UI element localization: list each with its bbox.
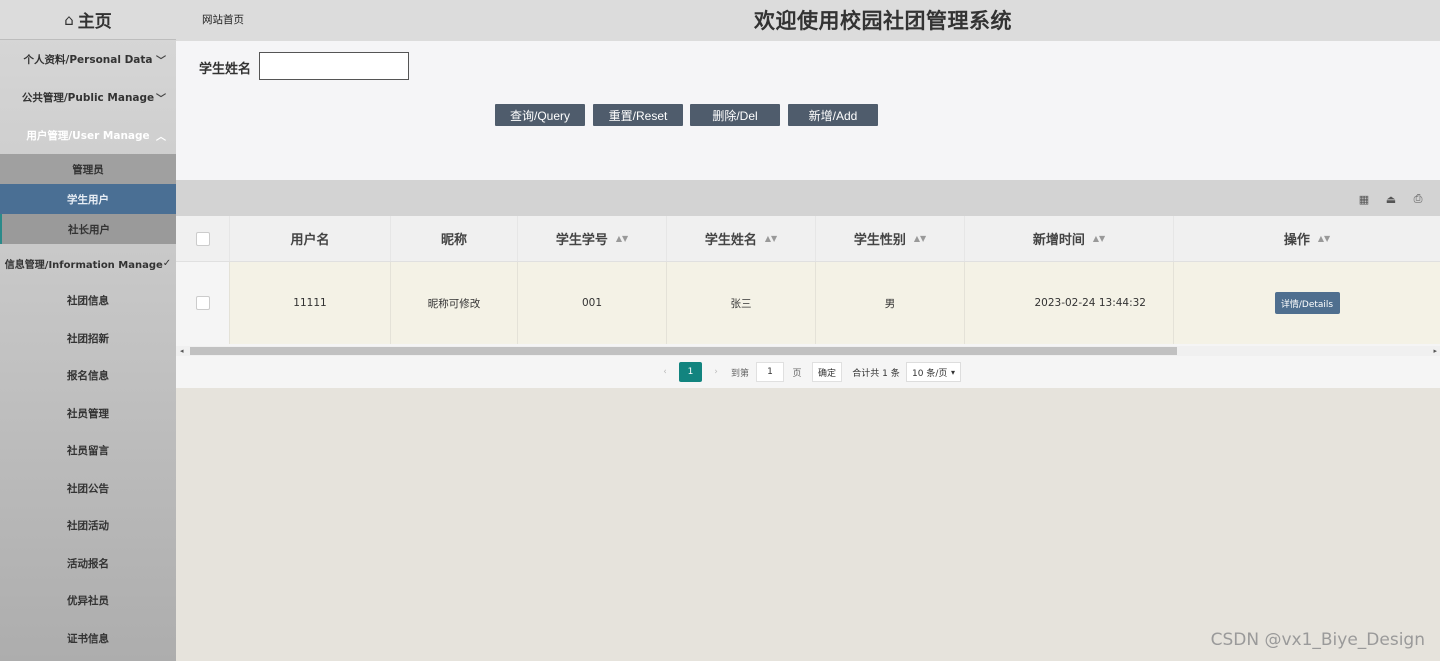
sort-icon[interactable]: ▲▼ (1093, 234, 1105, 242)
table-toolbar: ▦ ⏏ ⎙ (176, 180, 1440, 216)
cell-actions: 详情/Details (1174, 262, 1440, 344)
details-button[interactable]: 详情/Details (1274, 292, 1340, 314)
row-select-cell (176, 262, 230, 344)
table-row: 11111 昵称可修改 001 张三 男 2023-02-24 13:44:32… (176, 262, 1440, 344)
select-all-checkbox[interactable] (195, 231, 210, 246)
page-size-select[interactable]: 10 条/页 ▾ (906, 362, 961, 382)
menu-information-manage-label: 信息管理/Information Manage (4, 259, 163, 271)
page-title: 欢迎使用校园社团管理系统 (754, 9, 1012, 33)
user-submenu: 管理员 学生用户 社长用户 (0, 154, 176, 244)
select-all-cell (176, 216, 230, 261)
print-icon[interactable]: ⎙ (1411, 192, 1425, 206)
student-name-input[interactable] (259, 52, 409, 80)
query-button[interactable]: 查询/Query (495, 104, 585, 126)
cell-nickname: 昵称可修改 (391, 262, 518, 344)
sidebar-item-club-activity[interactable]: 社团活动 (0, 507, 176, 545)
sidebar-item-club-recruit[interactable]: 社团招新 (0, 320, 176, 358)
watermark: CSDN @vx1_Biye_Design (1210, 630, 1425, 650)
menu-user-manage[interactable]: 用户管理/User Manage ︿ (0, 116, 176, 154)
chevron-up-icon: ︿ (156, 131, 166, 143)
cell-username: 11111 (230, 262, 391, 344)
chevron-check-icon: ✓ (162, 257, 172, 269)
columns-filter-icon[interactable]: ▦ (1357, 192, 1371, 206)
sidebar-item-certificate-info[interactable]: 证书信息 (0, 620, 176, 658)
scroll-right-icon[interactable]: ▸ (1433, 346, 1437, 356)
top-header: 网站首页 欢迎使用校园社团管理系统 (176, 0, 1440, 41)
prev-page-icon[interactable]: ‹ (658, 362, 672, 382)
sort-icon[interactable]: ▲▼ (765, 234, 777, 242)
col-created-time[interactable]: 新增时间 ▲▼ (965, 216, 1174, 261)
menu-information-manage[interactable]: 信息管理/Information Manage ✓ (0, 244, 176, 282)
next-page-icon[interactable]: › (709, 362, 723, 382)
sort-icon[interactable]: ▲▼ (616, 234, 628, 242)
sidebar-item-club-info[interactable]: 社团信息 (0, 282, 176, 320)
page-suffix: 页 (792, 368, 802, 379)
table-header: 用户名 昵称 学生学号 ▲▼ 学生姓名 ▲▼ 学生性别 ▲▼ 新增时间 ▲▼ 操… (176, 216, 1440, 262)
menu-personal-data-label: 个人资料/Personal Data (23, 53, 153, 66)
goto-confirm-button[interactable]: 确定 (812, 362, 842, 382)
delete-button[interactable]: 删除/Del (690, 104, 780, 126)
col-username: 用户名 (230, 216, 391, 261)
col-gender[interactable]: 学生性别 ▲▼ (816, 216, 965, 261)
sidebar-item-activity-signup[interactable]: 活动报名 (0, 545, 176, 583)
cell-gender: 男 (816, 262, 965, 344)
col-student-no-label: 学生学号 (555, 233, 608, 248)
scroll-thumb[interactable] (190, 347, 1177, 355)
sidebar-item-club-notice[interactable]: 社团公告 (0, 470, 176, 508)
horizontal-scrollbar[interactable]: ◂ ▸ (176, 346, 1440, 356)
row-checkbox[interactable] (195, 296, 210, 310)
goto-page-input[interactable]: 1 (756, 362, 784, 382)
sort-icon[interactable]: ▲▼ (914, 234, 926, 242)
col-nickname-label: 昵称 (440, 233, 467, 248)
col-username-label: 用户名 (290, 233, 330, 248)
cell-created-time: 2023-02-24 13:44:32 (965, 262, 1174, 344)
home-icon: ⌂ (64, 10, 74, 29)
total-count: 合计共 1 条 (852, 368, 900, 379)
breadcrumb-home[interactable]: 网站首页 (202, 12, 244, 27)
col-actions-label: 操作 (1283, 233, 1310, 248)
menu-public-manage-label: 公共管理/Public Manage (21, 91, 155, 104)
cell-student-name: 张三 (667, 262, 816, 344)
sort-icon[interactable]: ▲▼ (1318, 234, 1330, 242)
chevron-down-icon: ﹀ (156, 93, 166, 105)
col-actions[interactable]: 操作 ▲▼ (1174, 216, 1440, 261)
search-panel: 学生姓名 查询/Query 重置/Reset 删除/Del 新增/Add (176, 41, 1440, 180)
sidebar-item-excellent-member[interactable]: 优异社员 (0, 582, 176, 620)
sidebar-item-student-user[interactable]: 学生用户 (0, 184, 176, 214)
add-button[interactable]: 新增/Add (788, 104, 878, 126)
sidebar-item-admin[interactable]: 管理员 (0, 154, 176, 184)
goto-label: 到第 (730, 368, 749, 379)
sidebar-item-president-user[interactable]: 社长用户 (0, 214, 176, 244)
col-student-name-label: 学生姓名 (704, 233, 757, 248)
data-table: ▦ ⏏ ⎙ 用户名 昵称 学生学号 ▲▼ 学生姓名 ▲▼ 学生性别 ▲▼ 新增时… (176, 180, 1440, 388)
sidebar-item-signup-info[interactable]: 报名信息 (0, 357, 176, 395)
pagination: ‹ 1 › 到第 1 页 确定 合计共 1 条 10 条/页 ▾ (176, 362, 1440, 384)
col-gender-label: 学生性别 (853, 233, 906, 248)
home-link[interactable]: ⌂ 主页 (0, 0, 176, 40)
page-current[interactable]: 1 (679, 362, 702, 382)
chevron-down-icon: ▾ (950, 367, 955, 377)
sidebar-item-member-message[interactable]: 社员留言 (0, 432, 176, 470)
sidebar-item-member-manage[interactable]: 社员管理 (0, 395, 176, 433)
export-icon[interactable]: ⏏ (1384, 192, 1398, 206)
col-student-no[interactable]: 学生学号 ▲▼ (518, 216, 667, 261)
col-nickname: 昵称 (391, 216, 518, 261)
scroll-left-icon[interactable]: ◂ (180, 346, 184, 356)
student-name-label: 学生姓名 (199, 62, 252, 77)
col-created-time-label: 新增时间 (1032, 233, 1085, 248)
col-student-name[interactable]: 学生姓名 ▲▼ (667, 216, 816, 261)
menu-personal-data[interactable]: 个人资料/Personal Data ﹀ (0, 40, 176, 78)
sidebar: ⌂ 主页 个人资料/Personal Data ﹀ 公共管理/Public Ma… (0, 0, 176, 661)
cell-student-no: 001 (518, 262, 667, 344)
page-size-value: 10 条/页 (912, 368, 948, 379)
home-label: 主页 (77, 12, 112, 32)
menu-public-manage[interactable]: 公共管理/Public Manage ﹀ (0, 78, 176, 116)
reset-button[interactable]: 重置/Reset (593, 104, 683, 126)
chevron-down-icon: ﹀ (156, 55, 166, 67)
menu-user-manage-label: 用户管理/User Manage (26, 129, 150, 142)
